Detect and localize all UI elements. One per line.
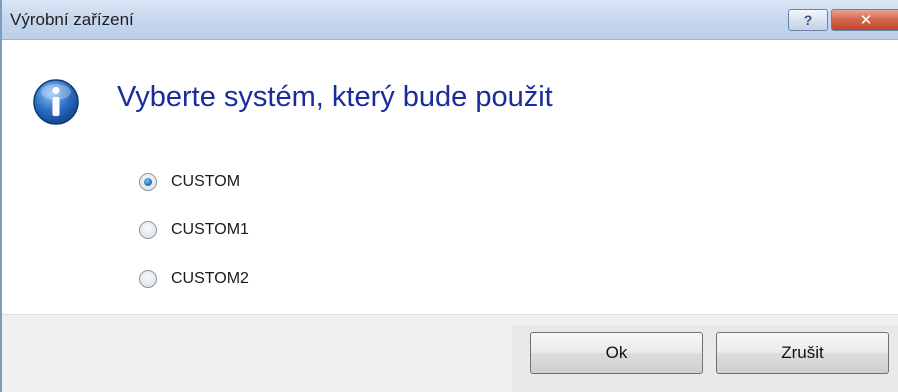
dialog-window: Výrobní zařízení ? ✕ Vyberte systém, kte… [0,0,898,392]
dialog-content: Vyberte systém, který bude použit CUSTOM… [2,41,898,314]
help-button[interactable]: ? [788,9,828,31]
dialog-heading: Vyberte systém, který bude použit [117,81,553,113]
radio-label[interactable]: CUSTOM [171,173,240,191]
radio-option-custom2[interactable]: CUSTOM2 [139,266,249,292]
info-icon [33,79,79,125]
radio-label[interactable]: CUSTOM1 [171,221,249,239]
ok-button[interactable]: Ok [530,332,703,374]
help-icon: ? [803,12,813,28]
title-bar[interactable]: Výrobní zařízení ? ✕ [2,0,898,40]
radio-option-custom1[interactable]: CUSTOM1 [139,217,249,243]
radio-button[interactable] [139,221,157,239]
close-icon: ✕ [859,12,873,29]
radio-option-custom[interactable]: CUSTOM [139,169,240,195]
radio-button[interactable] [139,173,157,191]
radio-button[interactable] [139,270,157,288]
radio-label[interactable]: CUSTOM2 [171,270,249,288]
cancel-button[interactable]: Zrušit [716,332,889,374]
window-title: Výrobní zařízení [10,10,134,29]
close-button[interactable]: ✕ [831,9,898,31]
